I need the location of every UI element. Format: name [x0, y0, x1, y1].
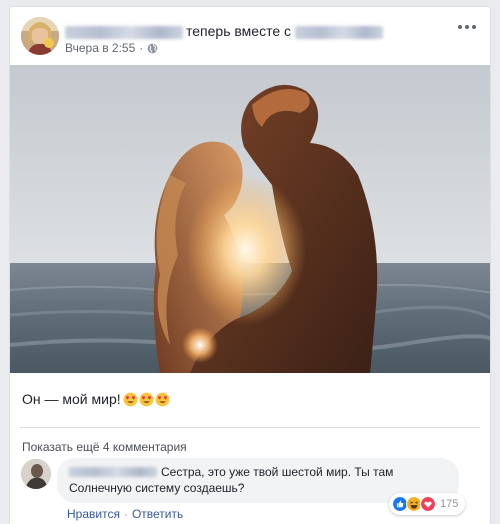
- author-avatar[interactable]: [21, 17, 59, 55]
- post-caption: Он — мой мир!: [22, 391, 170, 407]
- more-dots-icon: [458, 25, 462, 29]
- post-header: теперь вместе с Вчера в 2:55 ·: [10, 7, 490, 65]
- relationship-action-text: теперь вместе с: [186, 23, 291, 39]
- partner-name-redacted[interactable]: [295, 25, 383, 39]
- author-name-redacted[interactable]: [65, 25, 183, 39]
- comment-reactions[interactable]: 175: [389, 493, 466, 515]
- couple-sunset-photo: [10, 65, 490, 373]
- more-dot: [465, 25, 469, 29]
- post-meta: Вчера в 2:55 ·: [65, 41, 158, 55]
- comment-actions-separator: ·: [123, 507, 128, 521]
- heart-eyes-emoji-icon: [155, 392, 170, 406]
- post-photo[interactable]: [10, 65, 490, 373]
- caption-emoji: [122, 392, 170, 407]
- show-more-comments-link[interactable]: Показать ещё 4 комментария: [22, 440, 187, 454]
- post-card: теперь вместе с Вчера в 2:55 · Он — мой …: [9, 6, 491, 524]
- meta-separator: ·: [139, 41, 144, 55]
- reaction-count: 175: [440, 498, 459, 510]
- comment-like-link[interactable]: Нравится: [67, 507, 120, 521]
- more-options-button[interactable]: [456, 19, 478, 35]
- commenter-avatar[interactable]: [21, 459, 51, 489]
- comments-divider: [20, 427, 480, 428]
- author-line: теперь вместе с: [65, 22, 383, 40]
- more-dot: [472, 25, 476, 29]
- love-reaction-icon: [420, 496, 436, 512]
- heart-eyes-emoji-icon: [123, 392, 138, 406]
- heart-eyes-emoji-icon: [139, 392, 154, 406]
- globe-icon[interactable]: [147, 43, 158, 54]
- post-timestamp[interactable]: Вчера в 2:55: [65, 41, 135, 55]
- post-caption-text: Он — мой мир!: [22, 391, 121, 407]
- comment-actions: Нравится · Ответить: [67, 507, 183, 521]
- commenter-name-redacted[interactable]: [69, 467, 157, 477]
- comment-reply-link[interactable]: Ответить: [132, 507, 183, 521]
